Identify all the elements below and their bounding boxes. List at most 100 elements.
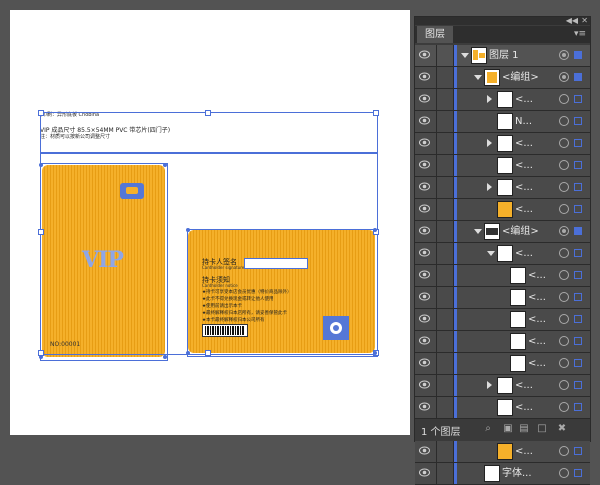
selection-square-icon[interactable] [574,73,582,81]
target-circle-icon[interactable] [559,468,569,478]
back-card[interactable]: 持卡人签名 Cardholder signature 持卡须知 Cardhold… [188,230,375,353]
expand-right-icon[interactable] [487,95,492,103]
selection-square-icon[interactable] [574,249,582,257]
layer-name[interactable]: <编组> [502,67,539,88]
front-card[interactable]: VIP NO:00001 [42,165,165,357]
selection-square-icon[interactable] [574,139,582,147]
layer-row[interactable]: <... [415,353,590,375]
visibility-eye-icon[interactable] [419,160,430,169]
tab-layers[interactable]: 图层 [417,26,453,43]
target-circle-icon[interactable] [559,204,569,214]
layer-row[interactable]: <... [415,243,590,265]
selection-square-icon[interactable] [574,95,582,103]
target-circle-icon[interactable] [559,72,569,82]
layer-row[interactable]: <... [415,133,590,155]
selection-square-icon[interactable] [574,161,582,169]
visibility-eye-icon[interactable] [419,50,430,59]
close-icon[interactable]: ✕ [581,16,588,26]
target-circle-icon[interactable] [559,358,569,368]
artboard[interactable]: [印刷：异形底板 Chobina VIP 成品尺寸 85.5×54MM PVC … [10,10,410,435]
selection-square-icon[interactable] [574,337,582,345]
layer-name[interactable]: <... [528,309,546,330]
target-circle-icon[interactable] [559,182,569,192]
visibility-eye-icon[interactable] [419,248,430,257]
selection-square-icon[interactable] [574,271,582,279]
target-circle-icon[interactable] [559,160,569,170]
target-circle-icon[interactable] [559,50,569,60]
panel-menu-icon[interactable]: ▾≡ [574,29,586,39]
layer-row[interactable]: <... [415,89,590,111]
layer-row[interactable]: <... [415,375,590,397]
handle-tl[interactable] [38,110,44,116]
target-circle-icon[interactable] [559,380,569,390]
selection-square-icon[interactable] [574,381,582,389]
expand-right-icon[interactable] [487,183,492,191]
expand-down-icon[interactable] [461,53,469,58]
expand-down-icon[interactable] [474,229,482,234]
layer-name[interactable]: <编组> [502,221,539,242]
layer-row[interactable]: <... [415,441,590,463]
layer-row[interactable]: <... [415,265,590,287]
target-circle-icon[interactable] [559,248,569,258]
layer-name[interactable]: <... [515,441,533,462]
selection-square-icon[interactable] [574,293,582,301]
layer-name[interactable]: N... [515,111,532,132]
layer-name[interactable]: <... [515,155,533,176]
layer-name[interactable]: <... [528,265,546,286]
target-circle-icon[interactable] [559,402,569,412]
visibility-eye-icon[interactable] [419,468,430,477]
layer-name[interactable]: <... [528,287,546,308]
selection-square-icon[interactable] [574,447,582,455]
layer-row[interactable]: <... [415,177,590,199]
selection-square-icon[interactable] [574,117,582,125]
target-circle-icon[interactable] [559,116,569,126]
visibility-eye-icon[interactable] [419,270,430,279]
layer-name[interactable]: <... [515,133,533,154]
selection-square-icon[interactable] [574,183,582,191]
new-sublayer-icon[interactable]: ▤ [519,424,529,434]
layer-name[interactable]: 图层 1 [489,45,519,66]
selection-square-icon[interactable] [574,403,582,411]
visibility-eye-icon[interactable] [419,292,430,301]
layer-row[interactable]: 图层 1 [415,45,590,67]
visibility-eye-icon[interactable] [419,226,430,235]
layer-row[interactable]: 字体... [415,463,590,485]
layer-name[interactable]: <... [528,331,546,352]
visibility-eye-icon[interactable] [419,72,430,81]
visibility-eye-icon[interactable] [419,138,430,147]
clipping-mask-icon[interactable]: ▣ [503,424,513,434]
selection-square-icon[interactable] [574,359,582,367]
layer-name[interactable]: <... [515,243,533,264]
layer-name[interactable]: <... [515,177,533,198]
selection-square-icon[interactable] [574,205,582,213]
target-circle-icon[interactable] [559,226,569,236]
layer-row[interactable]: <... [415,155,590,177]
selection-square-icon[interactable] [574,227,582,235]
visibility-eye-icon[interactable] [419,380,430,389]
target-circle-icon[interactable] [559,314,569,324]
locate-object-icon[interactable]: ⌕ [483,424,493,434]
layer-name[interactable]: <... [515,375,533,396]
handle-tr[interactable] [373,110,379,116]
visibility-eye-icon[interactable] [419,204,430,213]
layer-row[interactable]: <... [415,331,590,353]
layer-row[interactable]: <... [415,397,590,419]
target-circle-icon[interactable] [559,270,569,280]
visibility-eye-icon[interactable] [419,182,430,191]
layer-row[interactable]: <编组> [415,221,590,243]
layer-name[interactable]: <... [515,199,533,220]
visibility-eye-icon[interactable] [419,402,430,411]
visibility-eye-icon[interactable] [419,336,430,345]
layer-name[interactable]: <... [515,397,533,418]
layer-row[interactable]: <... [415,309,590,331]
visibility-eye-icon[interactable] [419,314,430,323]
layer-name[interactable]: 字体... [502,463,532,484]
layer-row[interactable]: <... [415,287,590,309]
collapse-icon[interactable]: ◀◀ [566,16,578,26]
expand-right-icon[interactable] [487,139,492,147]
target-circle-icon[interactable] [559,138,569,148]
layer-name[interactable]: <... [515,89,533,110]
layer-row[interactable]: <编组> [415,67,590,89]
panel-title-bar[interactable]: ◀◀ ✕ [415,16,590,26]
handle-bm[interactable] [205,350,211,356]
